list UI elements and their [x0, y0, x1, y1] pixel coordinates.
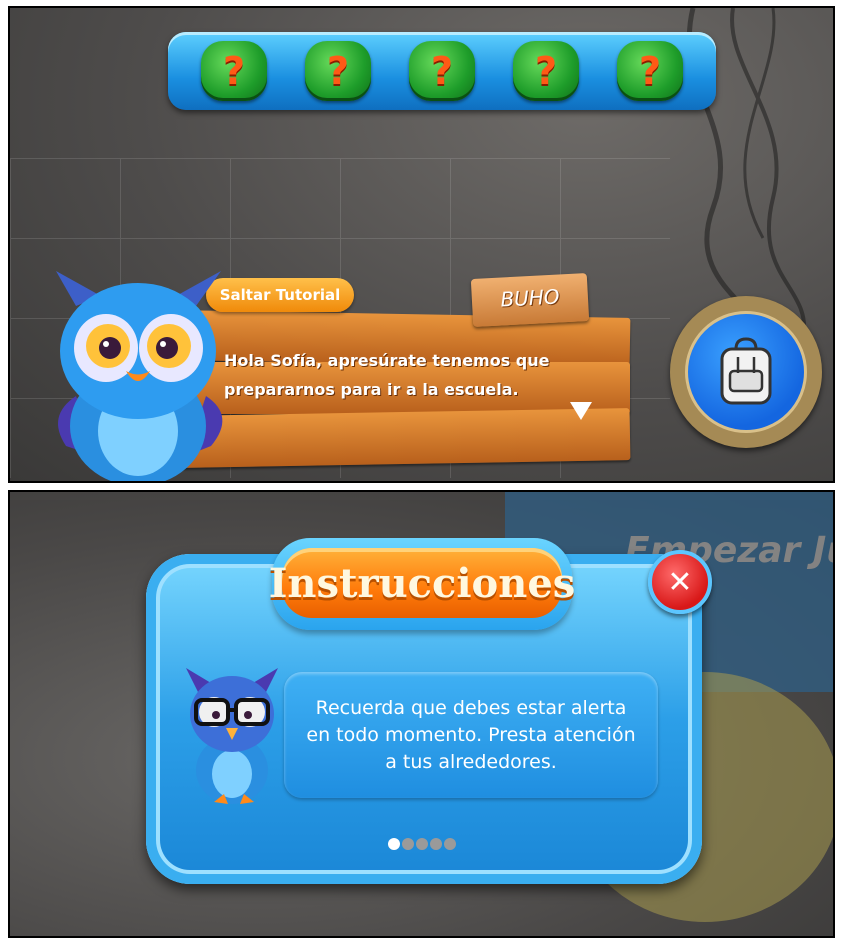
page-indicator	[388, 838, 456, 850]
question-mark-icon: ?	[638, 49, 662, 93]
page-dot[interactable]	[430, 838, 442, 850]
question-mark-icon: ?	[222, 49, 246, 93]
modal-title-pill: Instrucciones	[269, 538, 575, 630]
instruction-message: Recuerda que debes estar alerta en todo …	[306, 696, 636, 773]
collectible-slot[interactable]: ?	[617, 41, 683, 101]
page-dot-active[interactable]	[388, 838, 400, 850]
question-mark-icon: ?	[430, 49, 454, 93]
page-dot[interactable]	[444, 838, 456, 850]
close-button[interactable]: ✕	[648, 550, 712, 614]
owl-character	[56, 271, 223, 481]
page-dot[interactable]	[402, 838, 414, 850]
collectible-slot[interactable]: ?	[513, 41, 579, 101]
tutorial-screen: ? ? ? ? ? Saltar Tutorial BUHO Hola Sofí…	[8, 6, 835, 483]
instructions-screen: Empezar Jueg Instrucciones ✕ Recuerda qu…	[8, 490, 835, 938]
instruction-message-box: Recuerda que debes estar alerta en todo …	[284, 672, 658, 798]
backpack-button[interactable]	[670, 296, 822, 448]
speaker-name-sign: BUHO	[470, 272, 590, 328]
collectible-slots-bar: ? ? ? ? ?	[168, 32, 716, 110]
page-dot[interactable]	[416, 838, 428, 850]
dialog-text: Hola Sofía, apresúrate tenemos que prepa…	[224, 351, 550, 399]
next-arrow-icon[interactable]	[570, 402, 592, 420]
backpack-icon	[720, 337, 772, 405]
collectible-slot[interactable]: ?	[305, 41, 371, 101]
collectible-slot[interactable]: ?	[201, 41, 267, 101]
question-mark-icon: ?	[326, 49, 350, 93]
modal-title: Instrucciones	[268, 559, 576, 607]
collectible-slot[interactable]: ?	[409, 41, 475, 101]
question-mark-icon: ?	[534, 49, 558, 93]
owl-with-glasses-character	[186, 668, 278, 804]
